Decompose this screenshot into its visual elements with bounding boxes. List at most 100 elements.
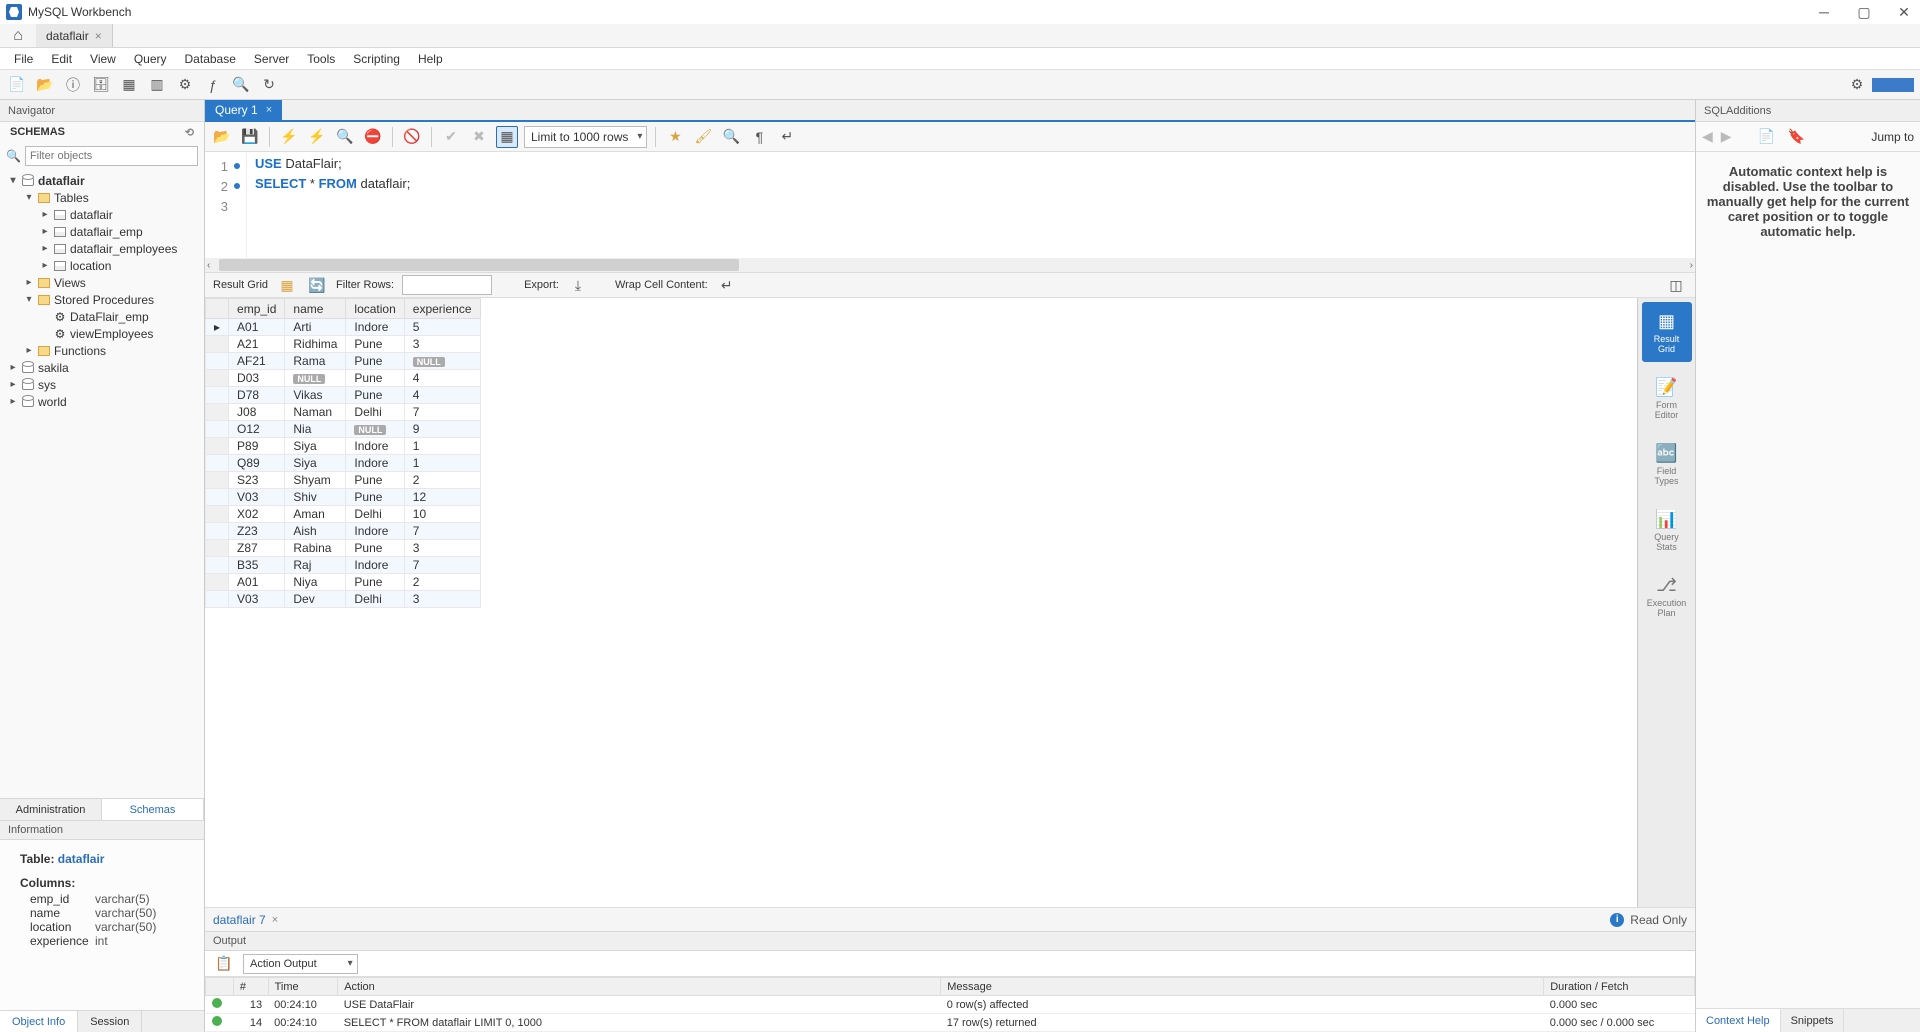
table-row[interactable]: S23ShyamPune2 — [206, 472, 481, 489]
toggle-invisible-icon[interactable]: ¶ — [748, 126, 770, 148]
table-node[interactable]: ▸dataflair_employees — [4, 240, 200, 257]
new-table-icon[interactable]: ▦ — [118, 74, 140, 96]
new-fn-icon[interactable]: ƒ — [202, 74, 224, 96]
minimize-button[interactable]: ─ — [1814, 2, 1834, 22]
new-schema-icon[interactable]: 🗄 — [90, 74, 112, 96]
table-row[interactable]: A01NiyaPune2 — [206, 574, 481, 591]
result-view-form-editor[interactable]: 📝FormEditor — [1642, 368, 1692, 428]
panel-toggle[interactable] — [1872, 78, 1914, 92]
db-node[interactable]: ▸sys — [4, 376, 200, 393]
table-row[interactable]: Z23AishIndore7 — [206, 523, 481, 540]
auto-help-icon[interactable]: 🔖 — [1786, 126, 1808, 148]
table-row[interactable]: V03DevDelhi3 — [206, 591, 481, 608]
grid-view-icon[interactable]: ▦ — [276, 274, 298, 296]
new-view-icon[interactable]: ▥ — [146, 74, 168, 96]
inspector-icon[interactable]: ⓘ — [62, 74, 84, 96]
table-row[interactable]: A21RidhimaPune3 — [206, 336, 481, 353]
stop-icon[interactable]: ⛔ — [362, 126, 384, 148]
tab-object-info[interactable]: Object Info — [0, 1011, 78, 1032]
tables-node[interactable]: ▾Tables — [4, 189, 200, 206]
output-row[interactable]: 1400:24:10SELECT * FROM dataflair LIMIT … — [206, 1014, 1695, 1032]
tab-administration[interactable]: Administration — [0, 799, 102, 820]
tab-snippets[interactable]: Snippets — [1781, 1009, 1845, 1032]
table-row[interactable]: AF21RamaPuneNULL — [206, 353, 481, 370]
tab-session[interactable]: Session — [78, 1011, 142, 1032]
execute-icon[interactable]: ⚡ — [278, 126, 300, 148]
table-row[interactable]: O12NiaNULL9 — [206, 421, 481, 438]
tab-schemas[interactable]: Schemas — [102, 799, 204, 820]
export-icon[interactable]: ⤓ — [567, 274, 589, 296]
output-row[interactable]: 1300:24:10USE DataFlair0 row(s) affected… — [206, 996, 1695, 1014]
maximize-button[interactable]: ▢ — [1854, 2, 1874, 22]
table-row[interactable]: ▸A01ArtiIndore5 — [206, 319, 481, 336]
tab-context-help[interactable]: Context Help — [1696, 1009, 1781, 1032]
table-node[interactable]: ▸dataflair_emp — [4, 223, 200, 240]
new-sql-tab-icon[interactable]: 📄 — [6, 74, 28, 96]
info-icon[interactable]: i — [1610, 913, 1624, 927]
table-row[interactable]: V03ShivPune12 — [206, 489, 481, 506]
table-row[interactable]: B35RajIndore7 — [206, 557, 481, 574]
menu-edit[interactable]: Edit — [43, 50, 80, 68]
save-icon[interactable]: 💾 — [239, 126, 261, 148]
gear-icon[interactable]: ⚙ — [1846, 74, 1868, 96]
menu-view[interactable]: View — [82, 50, 124, 68]
table-row[interactable]: Q89SiyaIndore1 — [206, 455, 481, 472]
jump-to-label[interactable]: Jump to — [1871, 130, 1914, 144]
functions-node[interactable]: ▸Functions — [4, 342, 200, 359]
toggle-autocommit-icon[interactable]: 🚫 — [401, 126, 423, 148]
brush-icon[interactable]: 🖌 — [692, 126, 714, 148]
wrap-toggle-icon[interactable]: ↵ — [716, 274, 738, 296]
explain-icon[interactable]: 🔍 — [334, 126, 356, 148]
query-tab[interactable]: Query 1 × — [205, 100, 282, 120]
table-row[interactable]: D78VikasPune4 — [206, 387, 481, 404]
views-node[interactable]: ▸Views — [4, 274, 200, 291]
reconnect-icon[interactable]: ↻ — [258, 74, 280, 96]
table-node[interactable]: ▸location — [4, 257, 200, 274]
search-icon[interactable]: 🔍 — [230, 74, 252, 96]
result-tab[interactable]: dataflair 7 × — [213, 913, 278, 927]
result-grid[interactable]: emp_idnamelocationexperience▸A01ArtiIndo… — [205, 298, 1637, 907]
result-view-query-stats[interactable]: 📊QueryStats — [1642, 500, 1692, 560]
menu-help[interactable]: Help — [410, 50, 451, 68]
sp-node[interactable]: ⚙DataFlair_emp — [4, 308, 200, 325]
db-node-dataflair[interactable]: ▾dataflair — [4, 172, 200, 189]
refresh-icon[interactable]: ⟲ — [185, 126, 194, 139]
filter-toggle-icon[interactable]: 🔄 — [306, 274, 328, 296]
close-icon[interactable]: × — [272, 914, 278, 926]
close-icon[interactable]: × — [266, 104, 272, 116]
help-topic-icon[interactable]: 📄 — [1756, 126, 1778, 148]
db-node[interactable]: ▸sakila — [4, 359, 200, 376]
editor-scrollbar[interactable]: ‹› — [205, 258, 1695, 272]
pin-icon[interactable]: ◫ — [1665, 274, 1687, 296]
find-icon[interactable]: 🔍 — [720, 126, 742, 148]
sp-node[interactable]: ⚙viewEmployees — [4, 325, 200, 342]
row-limit-select[interactable]: Limit to 1000 rows — [524, 126, 647, 148]
table-row[interactable]: J08NamanDelhi7 — [206, 404, 481, 421]
rollback-icon[interactable]: ✖ — [468, 126, 490, 148]
output-type-select[interactable]: Action Output — [243, 954, 358, 974]
toggle-limit-icon[interactable]: ▦ — [496, 126, 518, 148]
output-list-icon[interactable]: 📋 — [213, 953, 235, 975]
open-sql-file-icon[interactable]: 📂 — [34, 74, 56, 96]
menu-tools[interactable]: Tools — [299, 50, 343, 68]
execute-current-icon[interactable]: ⚡ — [306, 126, 328, 148]
table-row[interactable]: Z87RabinaPune3 — [206, 540, 481, 557]
db-node[interactable]: ▸world — [4, 393, 200, 410]
menu-database[interactable]: Database — [177, 50, 244, 68]
menu-file[interactable]: File — [6, 50, 41, 68]
table-node[interactable]: ▸dataflair — [4, 206, 200, 223]
stored-procedures-node[interactable]: ▾Stored Procedures — [4, 291, 200, 308]
new-sp-icon[interactable]: ⚙ — [174, 74, 196, 96]
result-view-result-grid[interactable]: ▦ResultGrid — [1642, 302, 1692, 362]
toggle-wrap-icon[interactable]: ↵ — [776, 126, 798, 148]
beautify-icon[interactable]: ★ — [664, 126, 686, 148]
home-icon[interactable]: ⌂ — [0, 24, 36, 47]
table-row[interactable]: P89SiyaIndore1 — [206, 438, 481, 455]
close-icon[interactable]: × — [95, 29, 102, 43]
open-file-icon[interactable]: 📂 — [211, 126, 233, 148]
result-view-field-types[interactable]: 🔤FieldTypes — [1642, 434, 1692, 494]
connection-tab[interactable]: dataflair × — [36, 24, 113, 47]
filter-rows-input[interactable] — [402, 275, 492, 295]
close-button[interactable]: ✕ — [1894, 2, 1914, 22]
commit-icon[interactable]: ✔ — [440, 126, 462, 148]
